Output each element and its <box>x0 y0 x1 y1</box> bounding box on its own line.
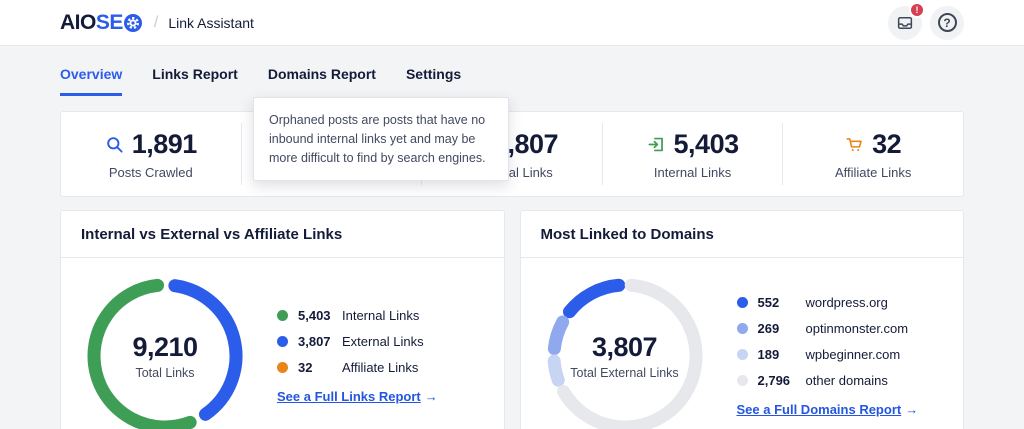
legend-item-other-domains: 2,796 other domains <box>737 373 919 388</box>
domains-donut-chart: 3,807 Total External Links <box>541 272 709 429</box>
cart-icon <box>845 135 864 154</box>
top-bar: AIOSE / Link Assistant ! ? <box>0 0 1024 46</box>
legend-dot-gray <box>737 375 748 386</box>
links-donut-chart: 9,210 Total Links <box>81 272 249 429</box>
legend-value: 3,807 <box>298 334 342 349</box>
legend-item-wpbeginner: 189 wpbeginner.com <box>737 347 919 362</box>
legend-dot-light-blue <box>737 349 748 360</box>
search-icon <box>105 135 124 154</box>
stat-affiliate-links: 32 Affiliate Links <box>782 123 963 185</box>
legend-item-wordpress: 552 wordpress.org <box>737 295 919 310</box>
linked-domains-card: Most Linked to Domains 3,807 Total Exter… <box>520 210 965 429</box>
donut-total-label: Total External Links <box>570 366 678 380</box>
legend-label: External Links <box>342 334 424 349</box>
stat-internal-links: 5,403 Internal Links <box>602 123 783 185</box>
legend-value: 32 <box>298 360 342 375</box>
link-text: See a Full Links Report <box>277 389 421 404</box>
legend-label: optinmonster.com <box>806 321 909 336</box>
legend-dot-medium-blue <box>737 323 748 334</box>
legend-item-internal: 5,403 Internal Links <box>277 308 438 323</box>
legend-value: 5,403 <box>298 308 342 323</box>
orphaned-posts-tooltip: Orphaned posts are posts that have no in… <box>253 97 509 181</box>
question-mark-icon: ? <box>938 13 957 32</box>
links-legend: 5,403 Internal Links 3,807 External Link… <box>277 308 438 375</box>
stat-label: Posts Crawled <box>109 165 193 180</box>
legend-item-affiliate: 32 Affiliate Links <box>277 360 438 375</box>
donut-total-value: 3,807 <box>592 332 657 363</box>
stats-summary-card: 1,891 Posts Crawled Orphaned Posts ? 3,8… <box>60 111 964 197</box>
legend-label: Affiliate Links <box>342 360 418 375</box>
tooltip-text: Orphaned posts are posts that have no in… <box>269 113 486 165</box>
arrow-right-icon: → <box>425 389 438 404</box>
card-title: Most Linked to Domains <box>541 226 714 243</box>
arrow-right-icon: → <box>905 402 918 417</box>
logo-text-blue: SE <box>96 11 123 35</box>
gear-logo-icon <box>124 14 142 32</box>
full-links-report-link[interactable]: See a Full Links Report → <box>277 389 438 404</box>
stat-label: Affiliate Links <box>835 165 911 180</box>
legend-label: other domains <box>806 373 888 388</box>
legend-value: 2,796 <box>758 373 806 388</box>
notification-badge: ! <box>909 2 925 18</box>
internal-link-icon <box>647 135 666 154</box>
legend-value: 189 <box>758 347 806 362</box>
breadcrumb-separator: / <box>154 14 158 32</box>
tab-domains-report[interactable]: Domains Report <box>268 66 376 96</box>
help-button[interactable]: ? <box>930 6 964 40</box>
legend-value: 269 <box>758 321 806 336</box>
tab-bar: Overview Links Report Domains Report Set… <box>60 66 964 96</box>
notifications-button[interactable]: ! <box>888 6 922 40</box>
legend-dot-blue <box>737 297 748 308</box>
tab-overview[interactable]: Overview <box>60 66 122 96</box>
donut-total-label: Total Links <box>135 366 194 380</box>
full-domains-report-link[interactable]: See a Full Domains Report→ <box>737 402 919 417</box>
legend-value: 552 <box>758 295 806 310</box>
legend-dot-orange <box>277 362 288 373</box>
aioseo-logo: AIOSE <box>60 11 142 35</box>
breadcrumb: Link Assistant <box>168 15 254 31</box>
legend-item-optinmonster: 269 optinmonster.com <box>737 321 919 336</box>
legend-label: Internal Links <box>342 308 419 323</box>
legend-dot-green <box>277 310 288 321</box>
stat-value: 1,891 <box>132 129 197 160</box>
tab-links-report[interactable]: Links Report <box>152 66 238 96</box>
legend-label: wordpress.org <box>806 295 888 310</box>
legend-item-external: 3,807 External Links <box>277 334 438 349</box>
stat-value: 32 <box>872 129 901 160</box>
domains-legend: 552 wordpress.org 269 optinmonster.com 1… <box>737 295 919 388</box>
links-breakdown-card: Internal vs External vs Affiliate Links … <box>60 210 505 429</box>
stat-posts-crawled: 1,891 Posts Crawled <box>61 123 241 185</box>
stat-value: 5,403 <box>674 129 739 160</box>
tab-settings[interactable]: Settings <box>406 66 461 96</box>
legend-dot-blue <box>277 336 288 347</box>
link-text: See a Full Domains Report <box>737 402 902 417</box>
stat-label: Internal Links <box>654 165 731 180</box>
donut-total-value: 9,210 <box>132 332 197 363</box>
legend-label: wpbeginner.com <box>806 347 901 362</box>
card-title: Internal vs External vs Affiliate Links <box>81 226 342 243</box>
logo-text-dark: AIO <box>60 11 96 35</box>
